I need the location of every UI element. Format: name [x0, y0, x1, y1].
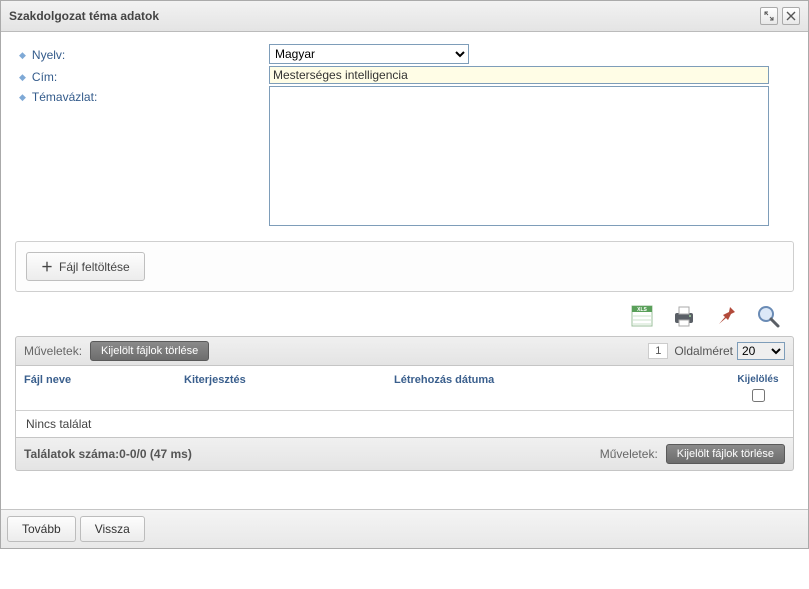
delete-selected-button-bottom[interactable]: Kijelölt fájlok törlése	[666, 444, 785, 464]
operations-label-bottom: Műveletek:	[600, 447, 658, 461]
language-select[interactable]: Magyar	[269, 44, 469, 64]
expand-icon	[764, 11, 774, 21]
upload-file-button[interactable]: ＋ Fájl feltöltése	[26, 252, 145, 281]
next-button[interactable]: Tovább	[7, 516, 76, 542]
column-selection: Kijelölés	[723, 366, 793, 410]
upload-section: ＋ Fájl feltöltése	[15, 241, 794, 292]
close-button[interactable]	[782, 7, 800, 25]
plus-icon: ＋	[41, 258, 53, 275]
label-cim: ◆ Cím:	[9, 66, 269, 84]
pagesize-select[interactable]: 20	[737, 342, 785, 360]
printer-icon	[671, 303, 697, 329]
bullet-icon: ◆	[19, 70, 26, 84]
page-number[interactable]: 1	[648, 343, 668, 359]
select-all-checkbox[interactable]	[752, 389, 765, 402]
dialog-footer: Tovább Vissza	[1, 509, 808, 548]
column-filename[interactable]: Fájl neve	[16, 366, 176, 410]
title-input[interactable]	[269, 66, 769, 84]
search-button[interactable]	[754, 302, 782, 330]
dialog-title: Szakdolgozat téma adatok	[9, 9, 159, 23]
magnifier-icon	[755, 303, 781, 329]
column-created[interactable]: Létrehozás dátuma	[386, 366, 723, 410]
label-nyelv: ◆ Nyelv:	[9, 44, 269, 64]
delete-selected-button-top[interactable]: Kijelölt fájlok törlése	[90, 341, 209, 361]
bullet-icon: ◆	[19, 48, 26, 62]
close-icon	[786, 11, 796, 21]
export-xls-button[interactable]: XLS	[628, 302, 656, 330]
pin-icon	[713, 303, 739, 329]
label-temavazlat: ◆ Témavázlat:	[9, 86, 269, 229]
pin-button[interactable]	[712, 302, 740, 330]
print-button[interactable]	[670, 302, 698, 330]
operations-bar-top: Műveletek: Kijelölt fájlok törlése 1 Old…	[15, 336, 794, 366]
result-count: Találatok száma:0-0/0 (47 ms)	[24, 447, 192, 461]
no-results-row: Nincs találat	[16, 411, 793, 437]
operations-label: Műveletek:	[24, 344, 82, 358]
titlebar: Szakdolgozat téma adatok	[1, 1, 808, 32]
operations-bar-bottom: Találatok száma:0-0/0 (47 ms) Műveletek:…	[15, 438, 794, 471]
file-table: Fájl neve Kiterjesztés Létrehozás dátuma…	[15, 366, 794, 438]
outline-textarea[interactable]	[269, 86, 769, 226]
xls-icon: XLS	[629, 303, 655, 329]
export-toolbar: XLS	[9, 292, 800, 336]
bullet-icon: ◆	[19, 90, 26, 104]
back-button[interactable]: Vissza	[80, 516, 145, 542]
maximize-button[interactable]	[760, 7, 778, 25]
column-extension[interactable]: Kiterjesztés	[176, 366, 386, 410]
pagesize-label: Oldalméret	[674, 344, 733, 358]
svg-text:XLS: XLS	[637, 307, 647, 313]
dialog-window: Szakdolgozat téma adatok ◆ Nyelv: Magyar	[0, 0, 809, 549]
table-header: Fájl neve Kiterjesztés Létrehozás dátuma…	[16, 366, 793, 411]
